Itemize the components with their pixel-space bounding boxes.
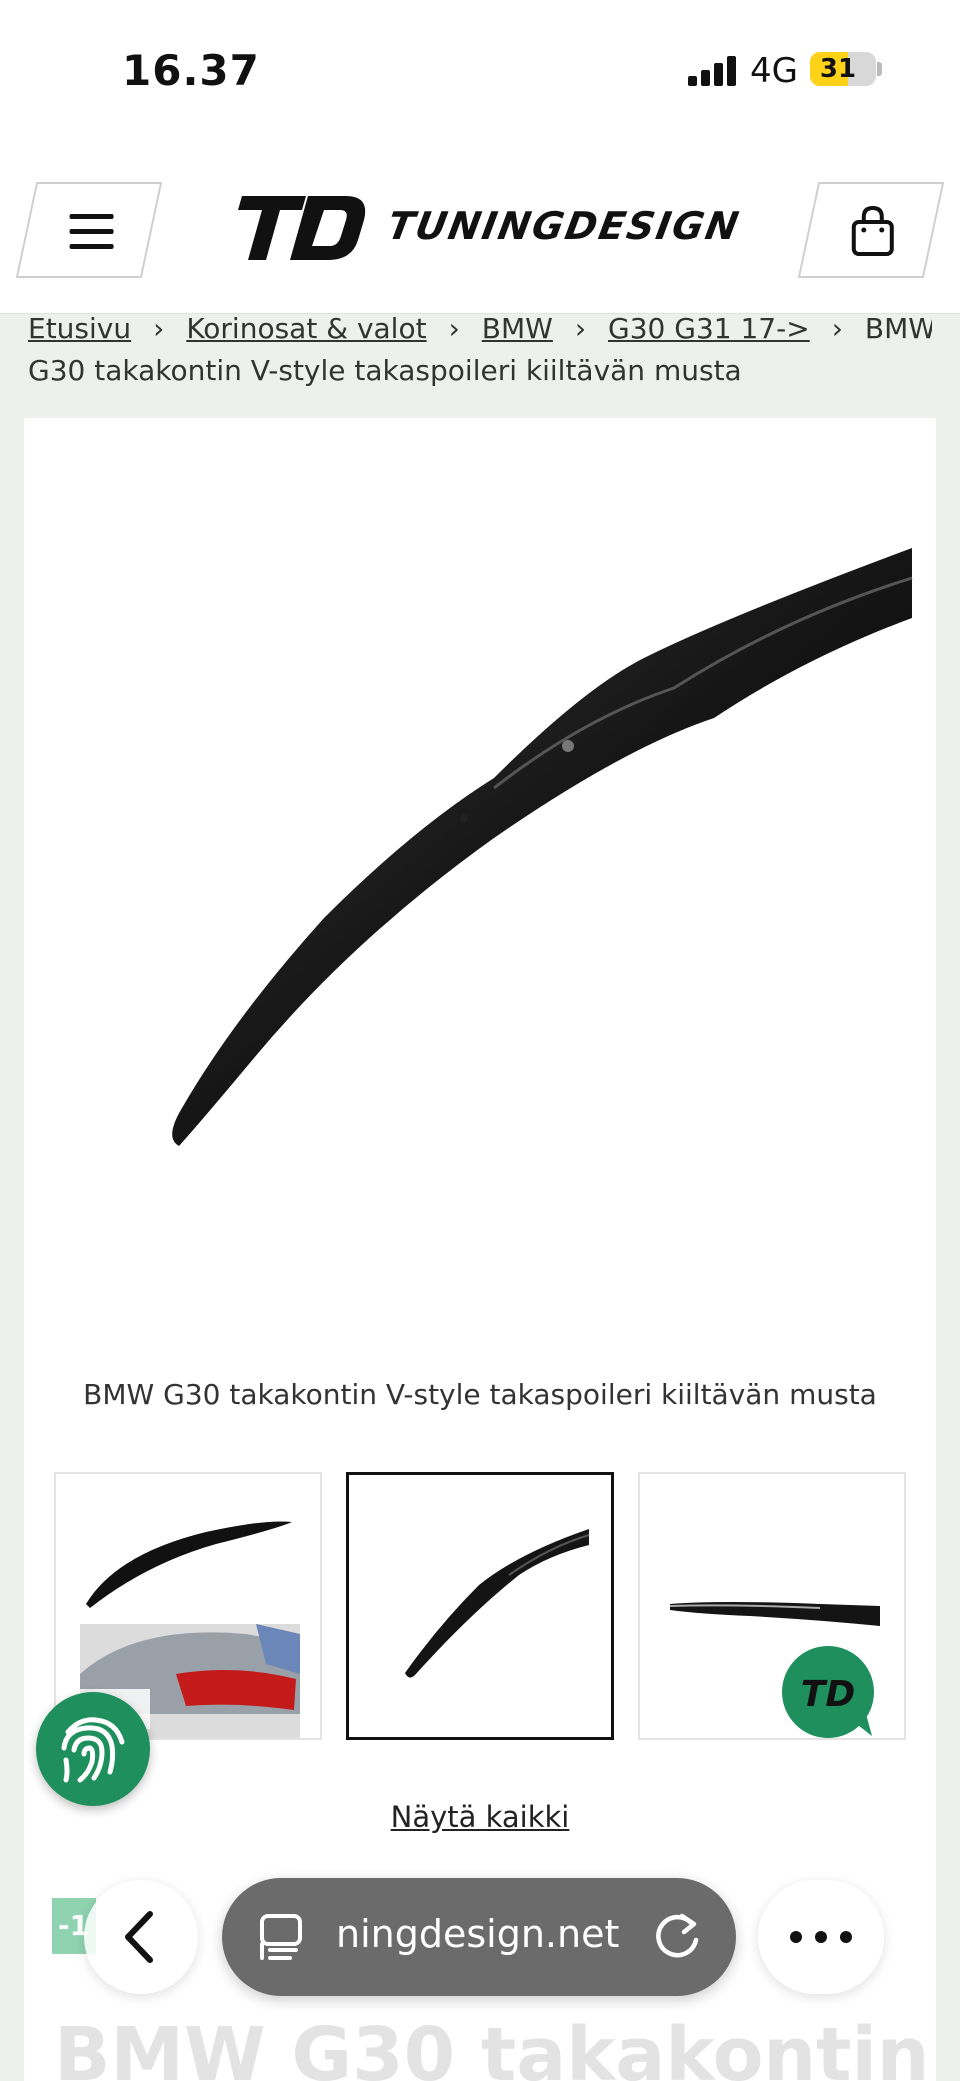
thumbnail-3[interactable]: TD [638, 1472, 906, 1740]
main-product-image[interactable] [24, 418, 936, 1328]
td-badge-text: TD [801, 1674, 855, 1715]
chevron-right-icon: › [574, 312, 587, 345]
breadcrumb-link-body-parts[interactable]: Korinosat & valot [186, 312, 426, 345]
reload-icon[interactable] [652, 1910, 704, 1962]
chevron-right-icon: › [448, 312, 460, 345]
chevron-left-icon [125, 1911, 153, 1963]
spoiler-top-view-thumbnail [405, 1529, 590, 1678]
battery-tip [877, 62, 882, 76]
url-bar[interactable]: ningdesign.net [222, 1878, 736, 1996]
more-dots-icon [790, 1931, 852, 1943]
thumbnail-strip: TD [54, 1472, 906, 1740]
td-logo-mark [238, 196, 366, 260]
image-caption: BMW G30 takakontin V-style takaspoileri … [83, 1378, 877, 1411]
thumbnail-2[interactable] [346, 1472, 614, 1740]
shopping-bag-icon [851, 206, 894, 256]
chevron-right-icon: › [831, 312, 843, 345]
product-gallery: BMW G30 takakontin V-style takaspoileri … [24, 418, 936, 2081]
network-type: 4G [750, 51, 798, 91]
url-text[interactable]: ningdesign.net [336, 1912, 619, 1956]
site-header: TUNINGDESIGN [0, 160, 960, 314]
breadcrumb-current: G30 takakontin V-style takaspoileri kiil… [28, 354, 742, 387]
page-tabs-icon [260, 1914, 302, 1960]
menu-button[interactable] [15, 182, 163, 278]
spoiler-image [172, 548, 913, 1146]
site-logo[interactable]: TUNINGDESIGN [232, 196, 744, 266]
logo-text: TUNINGDESIGN [384, 204, 744, 248]
chevron-right-icon: › [153, 312, 165, 345]
back-button[interactable] [84, 1880, 198, 1994]
breadcrumb-current-start: BMW [864, 312, 932, 345]
more-options-button[interactable] [758, 1880, 884, 1994]
fingerprint-icon [61, 1717, 125, 1783]
fingerprint-button[interactable] [36, 1692, 150, 1806]
spoiler-side-view-thumbnail: TD [669, 1602, 880, 1738]
cellular-signal-icon [688, 56, 738, 86]
hamburger-menu-icon [69, 214, 114, 250]
breadcrumb-link-bmw[interactable]: BMW [482, 312, 553, 345]
status-time: 16.37 [122, 46, 260, 95]
cart-button[interactable] [797, 182, 945, 278]
product-title: BMW G30 takakontin [54, 2012, 930, 2081]
battery-icon: 31 [810, 52, 876, 86]
battery-percent: 31 [819, 54, 857, 84]
breadcrumb-link-home[interactable]: Etusivu [28, 312, 131, 345]
breadcrumb: Etusivu › Korinosat & valot › BMW › G30 G31 17… [28, 312, 932, 394]
breadcrumb-link-g30-g31[interactable]: G30 G31 17-> [608, 312, 810, 345]
show-all-link[interactable]: Näytä kaikki [24, 1800, 936, 1834]
status-bar: 16.37 4G 31 [0, 0, 960, 160]
